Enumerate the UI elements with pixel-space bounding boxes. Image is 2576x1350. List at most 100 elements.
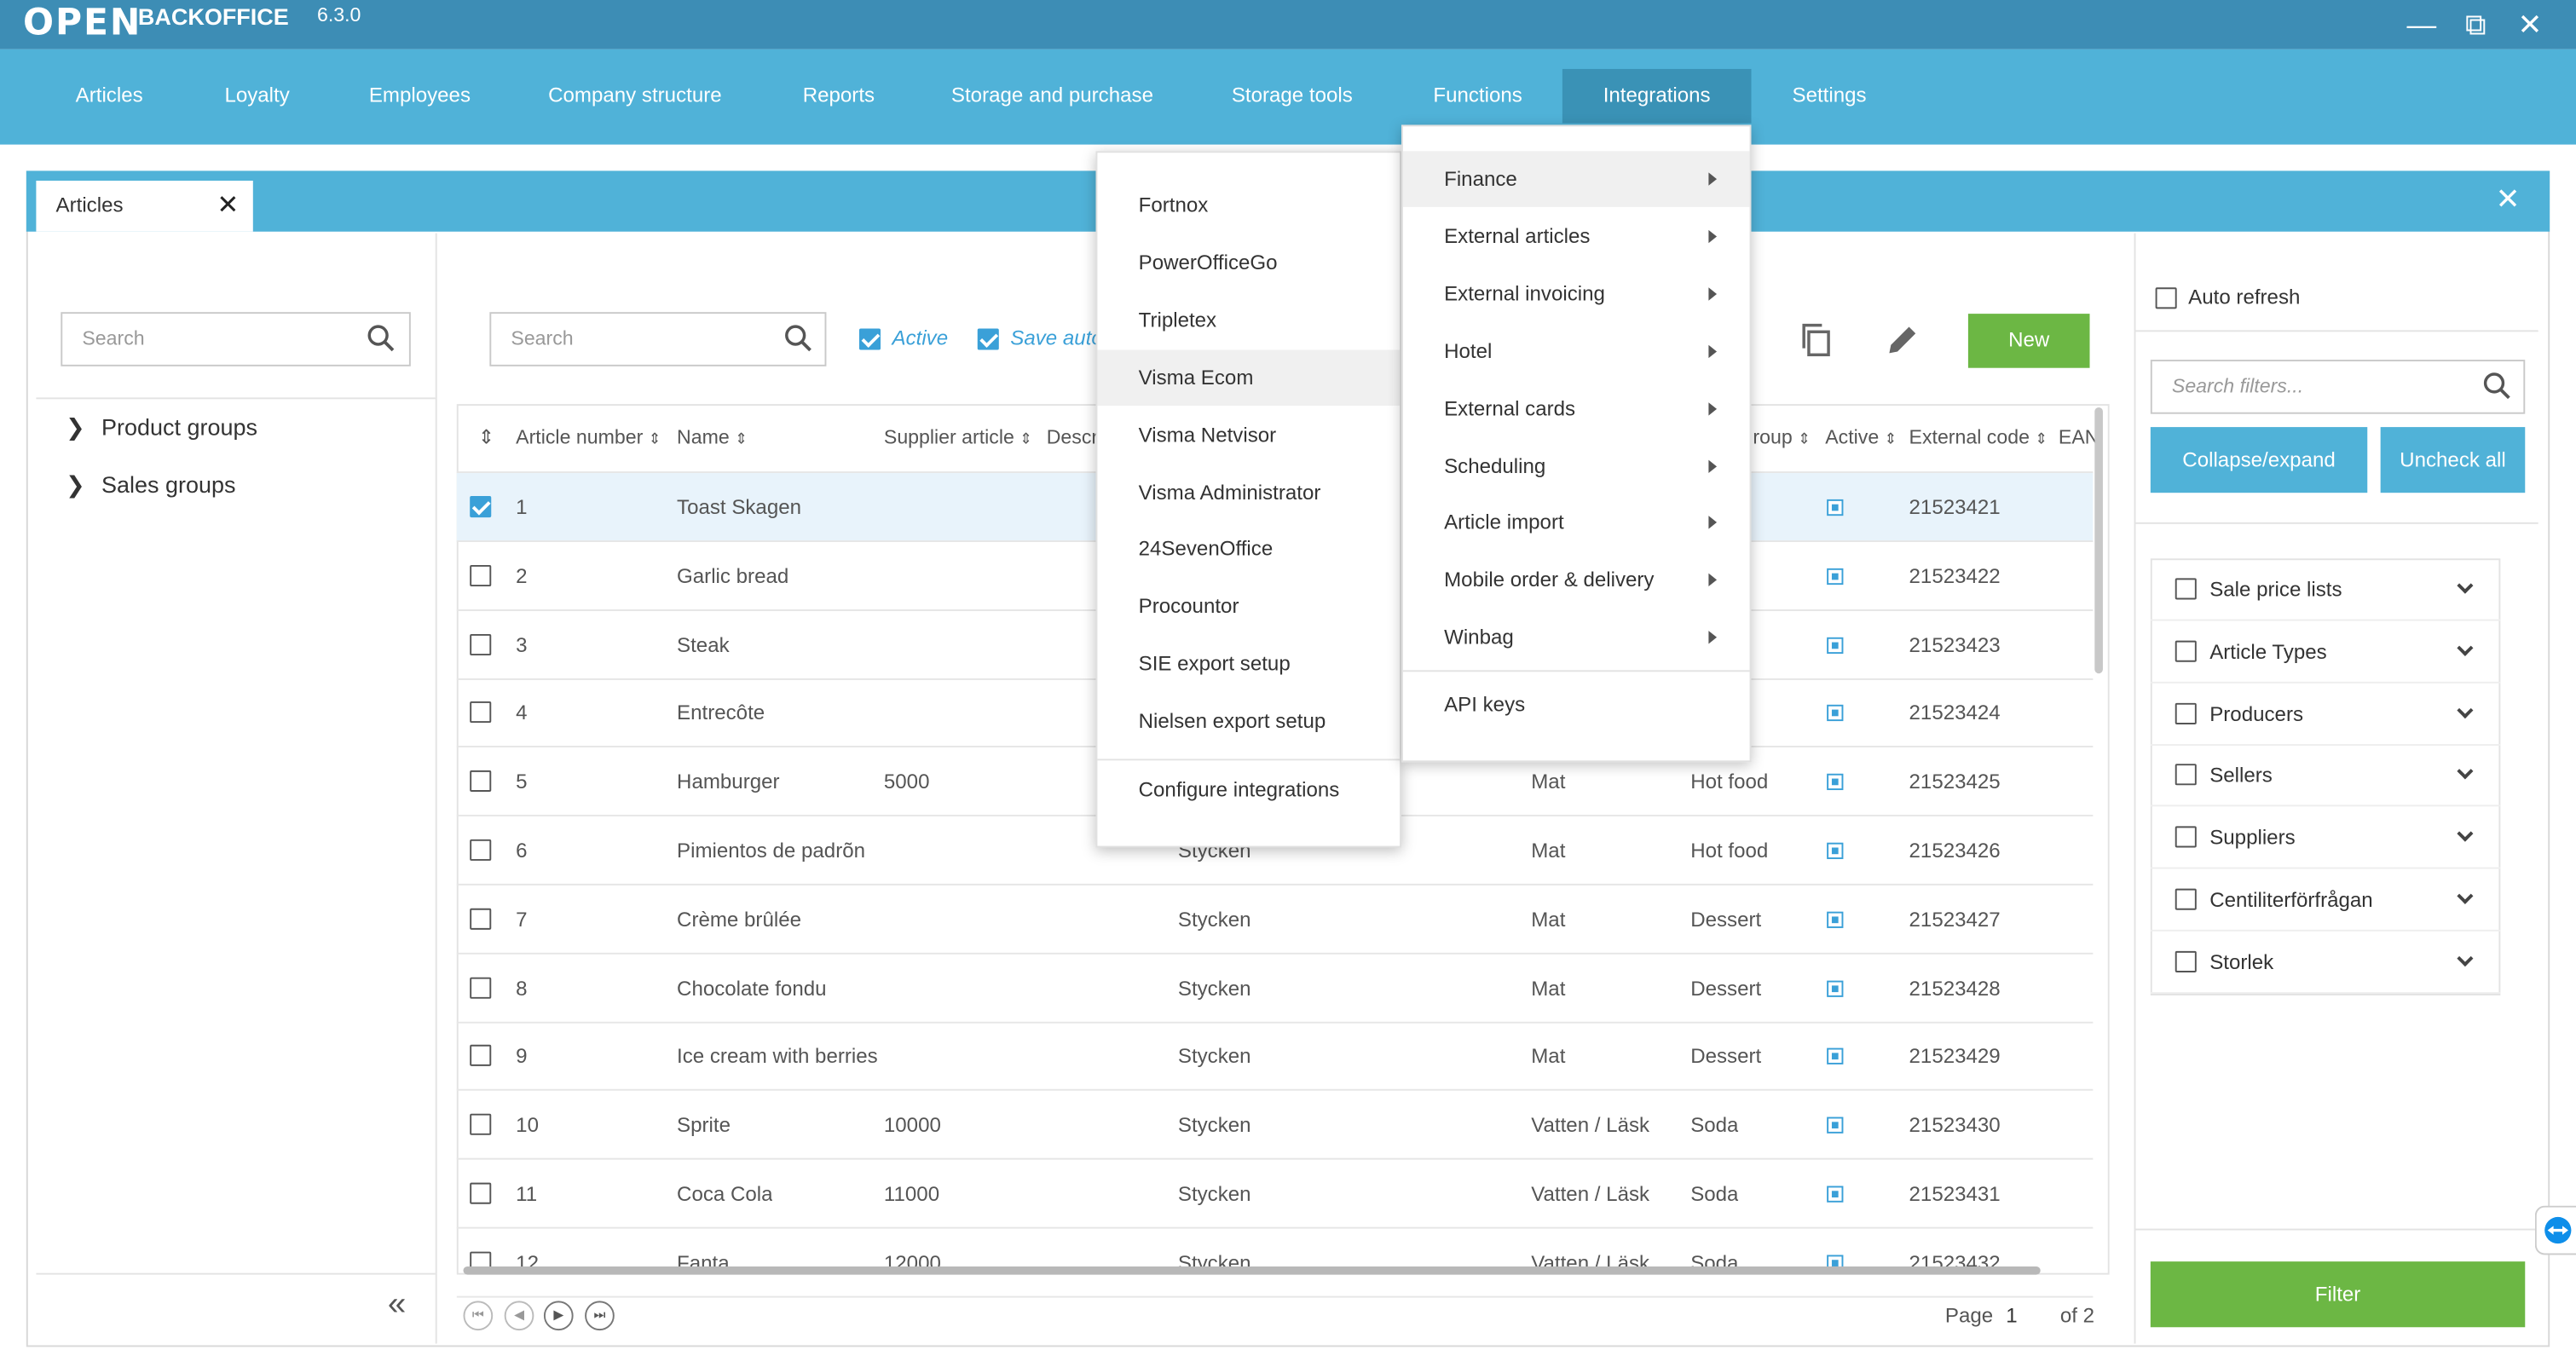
integration-item-winbag[interactable]: Winbag	[1403, 609, 1750, 666]
prev-page-button[interactable]: ◀	[504, 1301, 534, 1331]
menu-functions[interactable]: Functions	[1414, 69, 1540, 124]
col-article-number[interactable]: Article number ⇕	[516, 425, 661, 448]
integration-item-finance[interactable]: Finance	[1402, 151, 1750, 207]
menu-storage-and-purchase[interactable]: Storage and purchase	[935, 69, 1170, 124]
close-panel-icon[interactable]: ✕	[2496, 182, 2521, 216]
page-number[interactable]: 1	[2006, 1304, 2017, 1327]
menu-settings[interactable]: Settings	[1774, 69, 1884, 124]
active-indicator[interactable]	[1827, 774, 1844, 791]
active-indicator[interactable]	[1827, 1116, 1844, 1134]
close-window-icon[interactable]: ✕	[2512, 7, 2548, 43]
first-page-button[interactable]: ⏮	[463, 1301, 494, 1331]
submenu-item-visma-administrator[interactable]: Visma Administrator	[1097, 464, 1400, 520]
filter-checkbox[interactable]	[2175, 950, 2197, 972]
auto-refresh-checkbox[interactable]	[2155, 287, 2177, 309]
new-button[interactable]: New	[1967, 314, 2090, 368]
row-checkbox[interactable]	[470, 770, 492, 793]
edit-icon[interactable]	[1885, 322, 1920, 358]
table-row[interactable]: 12 Fanta 12000 Stycken Vatten / Läsk Soda 2152…	[456, 1228, 2094, 1298]
row-checkbox[interactable]	[470, 1045, 492, 1067]
menu-integrations[interactable]: Integrations	[1562, 68, 1752, 124]
active-indicator[interactable]	[1827, 705, 1844, 722]
filter-group[interactable]: Sale price lists	[2150, 558, 2501, 621]
active-indicator[interactable]	[1827, 842, 1844, 859]
row-checkbox[interactable]	[470, 633, 492, 655]
col-name[interactable]: Name ⇕	[677, 425, 748, 448]
restore-icon[interactable]: ⧉	[2458, 7, 2493, 43]
minimize-icon[interactable]: —	[2404, 7, 2440, 43]
active-indicator[interactable]	[1827, 911, 1844, 928]
table-row[interactable]: 9 Ice cream with berries Stycken Mat Dessert…	[456, 1023, 2094, 1092]
row-checkbox[interactable]	[470, 1182, 492, 1204]
article-search-input[interactable]: Search	[489, 312, 827, 366]
chevron-down-icon[interactable]	[2457, 577, 2474, 594]
copy-icon[interactable]	[1799, 322, 1834, 358]
col-active[interactable]: Active ⇕	[1825, 425, 1897, 448]
integration-item-article-import[interactable]: Article import	[1403, 495, 1750, 551]
menu-storage-tools[interactable]: Storage tools	[1212, 69, 1372, 124]
left-search-input[interactable]: Search	[61, 312, 411, 366]
active-checkbox[interactable]	[858, 328, 881, 350]
table-row[interactable]: 7 Crème brûlée Stycken Mat Dessert 21523427	[456, 885, 2094, 955]
submenu-item-fortnox[interactable]: Fortnox	[1097, 177, 1400, 234]
filter-group[interactable]: Producers	[2150, 683, 2501, 746]
filter-group[interactable]: Article Types	[2150, 620, 2501, 684]
filter-search-input[interactable]: Search filters...	[2150, 360, 2526, 414]
chevron-down-icon[interactable]	[2457, 949, 2474, 966]
row-checkbox[interactable]	[470, 908, 492, 930]
menu-employees[interactable]: Employees	[351, 69, 488, 124]
collapse-expand-button[interactable]: Collapse/expand	[2150, 427, 2368, 493]
collapse-left-icon[interactable]: «	[388, 1286, 406, 1324]
integration-item-external-articles[interactable]: External articles	[1403, 209, 1750, 265]
close-tab-icon[interactable]: ✕	[217, 189, 239, 222]
last-page-button[interactable]: ⏭	[585, 1301, 615, 1331]
integration-item-scheduling[interactable]: Scheduling	[1403, 438, 1750, 494]
filter-group[interactable]: Suppliers	[2150, 807, 2501, 869]
uncheck-all-button[interactable]: Uncheck all	[2380, 427, 2526, 493]
row-checkbox[interactable]	[470, 1114, 492, 1136]
menu-reports[interactable]: Reports	[783, 69, 893, 124]
col-supplier-article[interactable]: Supplier article ⇕	[884, 425, 1032, 448]
filter-group[interactable]: Sellers	[2150, 745, 2501, 808]
chevron-down-icon[interactable]	[2457, 764, 2474, 781]
active-indicator[interactable]	[1827, 568, 1844, 585]
menu-company-structure[interactable]: Company structure	[531, 69, 740, 124]
row-checkbox[interactable]	[470, 564, 492, 586]
tree-item-sales-groups[interactable]: ❯ Sales groups	[66, 471, 235, 499]
filter-checkbox[interactable]	[2175, 702, 2197, 724]
col-description[interactable]: Descr	[1047, 425, 1098, 448]
submenu-item-powerofficego[interactable]: PowerOfficeGo	[1097, 234, 1400, 291]
horizontal-scrollbar[interactable]	[463, 1266, 2041, 1275]
table-row[interactable]: 11 Coca Cola 11000 Stycken Vatten / Läsk Soda…	[456, 1160, 2094, 1229]
next-page-button[interactable]: ▶	[543, 1301, 574, 1331]
submenu-item-configure-integrations[interactable]: Configure integrations	[1097, 762, 1400, 818]
integration-item-hotel[interactable]: Hotel	[1403, 323, 1750, 379]
row-checkbox[interactable]	[470, 496, 492, 518]
submenu-item-24sevenoffice[interactable]: 24SevenOffice	[1097, 522, 1400, 578]
filter-checkbox[interactable]	[2175, 764, 2197, 787]
table-row[interactable]: 10 Sprite 10000 Stycken Vatten / Läsk Soda 215…	[456, 1091, 2094, 1161]
submenu-item-sie-export-setup[interactable]: SIE export setup	[1097, 636, 1400, 692]
active-indicator[interactable]	[1827, 637, 1844, 654]
submenu-item-nielsen-export-setup[interactable]: Nielsen export setup	[1097, 694, 1400, 750]
sort-icon[interactable]: ⇕	[478, 425, 494, 448]
submenu-item-tripletex[interactable]: Tripletex	[1097, 292, 1400, 349]
filter-checkbox[interactable]	[2175, 578, 2197, 600]
chevron-down-icon[interactable]	[2457, 825, 2474, 843]
row-checkbox[interactable]	[470, 839, 492, 861]
save-auto-checkbox[interactable]	[977, 328, 999, 350]
table-row[interactable]: 8 Chocolate fondu Stycken Mat Dessert 2152342…	[456, 954, 2094, 1023]
col-ean[interactable]: EAN	[2059, 425, 2099, 448]
submenu-item-procountor[interactable]: Procountor	[1097, 579, 1400, 635]
integration-item-external-invoicing[interactable]: External invoicing	[1403, 266, 1750, 322]
filter-checkbox[interactable]	[2175, 888, 2197, 910]
submenu-item-visma-ecom[interactable]: Visma Ecom	[1097, 349, 1401, 406]
chevron-down-icon[interactable]	[2457, 887, 2474, 904]
filter-checkbox[interactable]	[2175, 640, 2197, 662]
active-indicator[interactable]	[1827, 499, 1844, 516]
submenu-item-visma-netvisor[interactable]: Visma Netvisor	[1097, 407, 1400, 463]
integration-item-api-keys[interactable]: API keys	[1403, 677, 1750, 733]
filter-button[interactable]: Filter	[2150, 1261, 2526, 1328]
chevron-down-icon[interactable]	[2457, 701, 2474, 718]
active-indicator[interactable]	[1827, 979, 1844, 997]
